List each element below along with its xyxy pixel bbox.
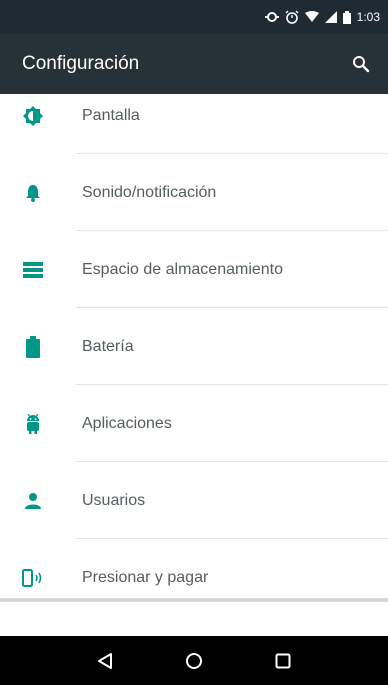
settings-item-label: Sonido/notificación: [82, 183, 217, 201]
clock: 1:03: [356, 10, 380, 24]
settings-item-usuarios[interactable]: Usuarios: [0, 462, 388, 539]
settings-item-sonido[interactable]: Sonido/notificación: [0, 154, 388, 231]
brightness-icon: [22, 105, 44, 127]
settings-item-label: Presionar y pagar: [82, 568, 209, 586]
settings-item-label: Usuarios: [82, 491, 146, 509]
settings-item-pantalla[interactable]: Pantalla: [0, 94, 388, 154]
status-bar: 1:03: [0, 0, 388, 34]
battery-icon: [22, 335, 44, 358]
bell-icon: [22, 182, 44, 204]
settings-item-label: Batería: [82, 337, 134, 355]
storage-icon: [22, 259, 44, 281]
data-sync-icon: [264, 10, 279, 24]
alarm-icon: [285, 10, 299, 24]
list-end-shadow: [0, 598, 388, 602]
app-bar: Configuración: [0, 34, 388, 94]
settings-item-aplicaciones[interactable]: Aplicaciones: [0, 385, 388, 462]
settings-item-label: Espacio de almacenamiento: [82, 260, 284, 278]
signal-icon: [324, 11, 337, 23]
settings-item-label: Pantalla: [82, 106, 140, 124]
settings-item-bateria[interactable]: Batería: [0, 308, 388, 385]
settings-list: Pantalla Sonido/notificación Espacio de …: [0, 94, 388, 601]
recents-icon: [275, 653, 291, 668]
search-icon: [353, 56, 370, 73]
navigation-bar: [0, 636, 388, 685]
home-icon: [185, 652, 202, 669]
tap-pay-icon: [22, 567, 44, 589]
wifi-icon: [304, 11, 319, 23]
user-icon: [22, 490, 44, 512]
settings-item-label: Aplicaciones: [82, 414, 172, 432]
back-button[interactable]: [85, 641, 125, 681]
battery-status-icon: [342, 10, 351, 24]
settings-item-almacenamiento[interactable]: Espacio de almacenamiento: [0, 231, 388, 308]
settings-item-presionar-pagar[interactable]: Presionar y pagar: [0, 539, 388, 601]
back-icon: [97, 652, 112, 669]
page-title: Configuración: [22, 53, 140, 74]
search-button[interactable]: [352, 55, 370, 73]
recents-button[interactable]: [263, 641, 303, 681]
home-button[interactable]: [174, 641, 214, 681]
android-icon: [22, 413, 44, 435]
